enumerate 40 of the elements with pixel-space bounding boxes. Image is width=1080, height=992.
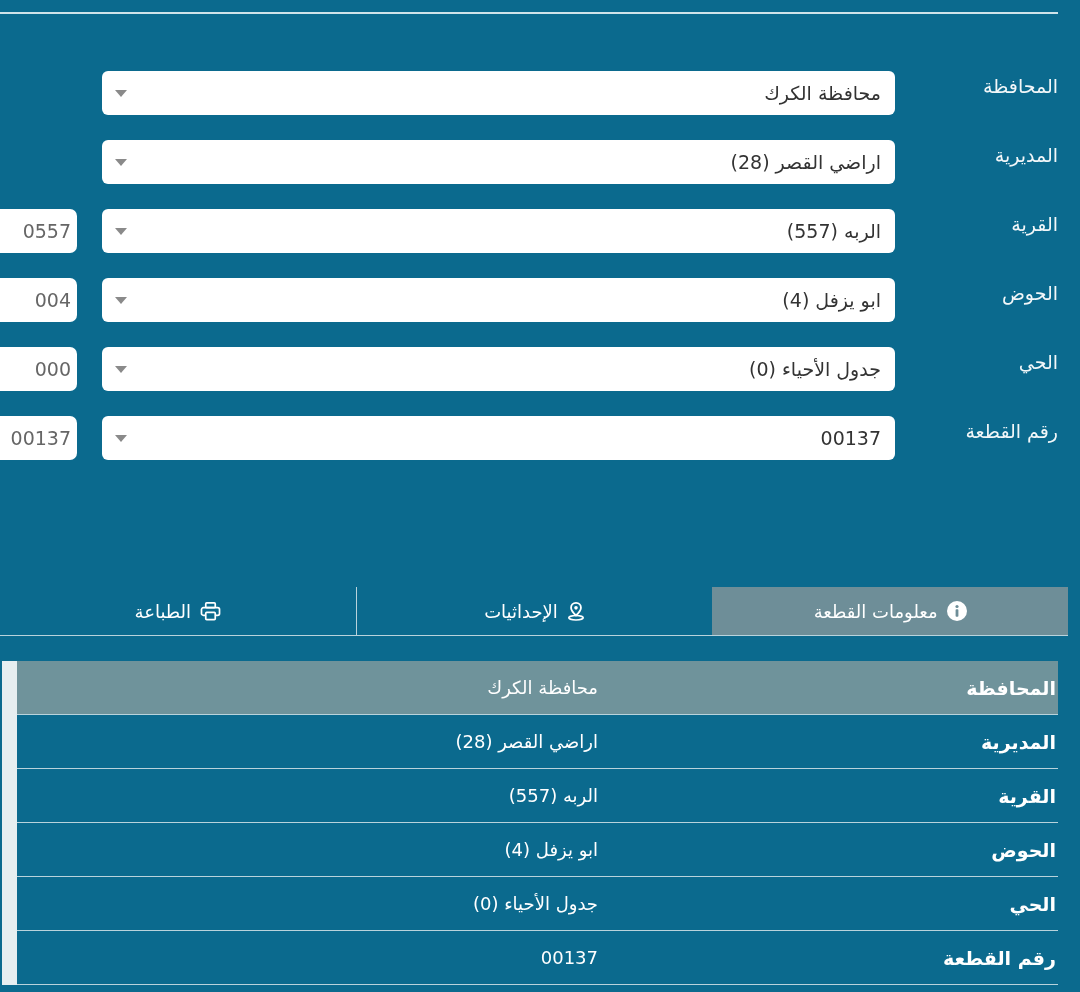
row-label: رقم القطعة: [943, 946, 1056, 969]
row-label: الحي: [1009, 892, 1056, 915]
caret-icon: [115, 227, 127, 235]
dropdown[interactable]: الربه (557): [102, 209, 895, 253]
map-pin-icon: [566, 601, 585, 621]
tab[interactable]: معلومات القطعة: [712, 587, 1068, 635]
code-field[interactable]: 0557: [0, 209, 77, 253]
code-field[interactable]: 00137: [0, 416, 77, 460]
caret-icon: [115, 296, 127, 304]
code-field[interactable]: 000: [0, 347, 77, 391]
row-value: اراضي القصر (28): [455, 731, 598, 752]
caret-icon: [115, 365, 127, 373]
dropdown[interactable]: محافظة الكرك: [102, 71, 895, 115]
field-label: المديرية: [994, 144, 1058, 166]
field-label: الحوض: [1001, 282, 1058, 304]
dropdown[interactable]: ابو يزفل (4): [102, 278, 895, 322]
field-label: الحي: [1018, 351, 1058, 373]
row-label: المحافظة: [966, 676, 1056, 699]
row-value: جدول الأحياء (0): [472, 893, 598, 914]
dropdown[interactable]: جدول الأحياء (0): [102, 347, 895, 391]
caret-icon: [115, 158, 127, 166]
printer-icon: [200, 601, 222, 621]
caret-icon: [115, 434, 127, 442]
code-field[interactable]: 004: [0, 278, 77, 322]
field-label: القرية: [1011, 213, 1058, 235]
row-label: المديرية: [981, 730, 1056, 753]
row-label: الحوض: [991, 838, 1056, 861]
caret-icon: [115, 89, 127, 97]
row-value: محافظة الكرك: [487, 677, 598, 698]
dropdown[interactable]: اراضي القصر (28): [102, 140, 895, 184]
row-label: القرية: [998, 784, 1056, 807]
info-icon: [946, 601, 967, 621]
row-value: ابو يزفل (4): [504, 839, 598, 860]
field-label: رقم القطعة: [965, 420, 1058, 442]
tab[interactable]: الإحداثيات: [355, 587, 713, 635]
dropdown[interactable]: 00137: [102, 416, 895, 460]
row-value: الربه (557): [508, 785, 598, 806]
tab[interactable]: الطباعة: [0, 587, 356, 635]
field-label: المحافظة: [983, 75, 1058, 97]
row-value: 00137: [540, 947, 598, 968]
